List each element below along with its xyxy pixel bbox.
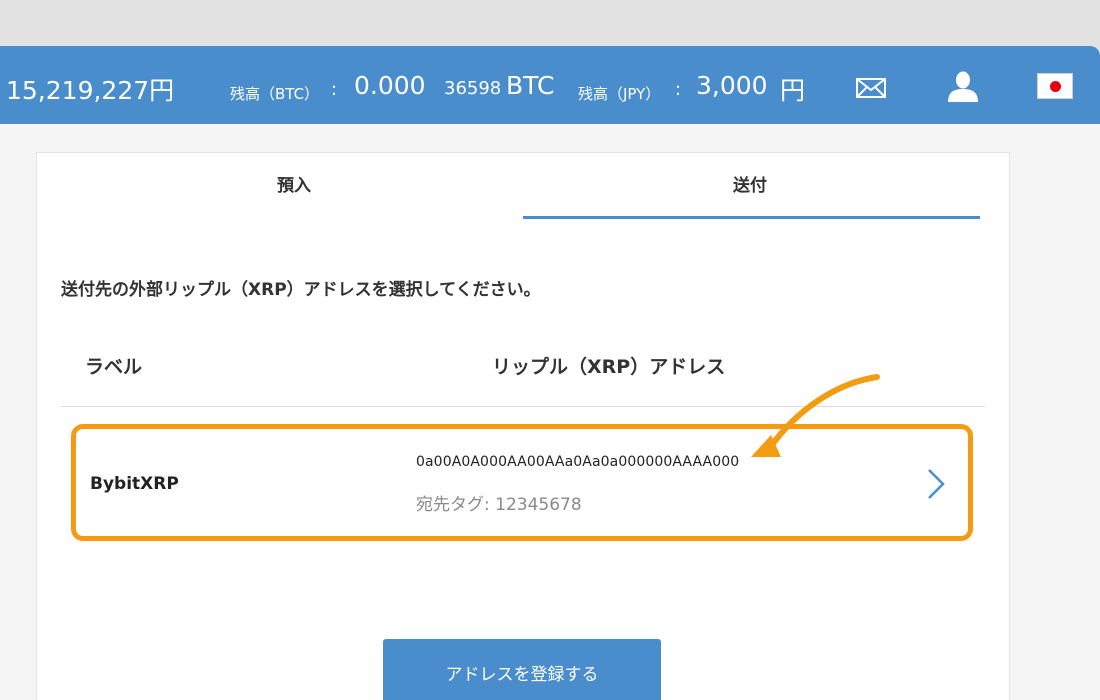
btc-balance-minor: 36598 bbox=[444, 78, 502, 99]
btc-balance-colon: : bbox=[331, 79, 338, 100]
btc-unit: BTC bbox=[506, 71, 555, 100]
transfer-panel: 預入 送付 送付先の外部リップル（XRP）アドレスを選択してください。 ラベル … bbox=[36, 152, 1010, 700]
btc-price: 15,219,227円 bbox=[6, 76, 175, 105]
column-header-label: ラベル bbox=[85, 356, 143, 378]
active-tab-indicator bbox=[523, 216, 980, 219]
mail-icon[interactable] bbox=[856, 78, 886, 98]
jpy-balance-label: 残高（JPY） bbox=[578, 85, 661, 103]
btc-balance-label: 残高（BTC） bbox=[230, 85, 320, 103]
user-icon[interactable] bbox=[946, 70, 980, 102]
jpy-balance-colon: : bbox=[675, 79, 682, 100]
jpy-unit: 円 bbox=[780, 76, 806, 105]
xrp-address: 0a00A0A000AA00AAa0Aa0a000000AAAA000 bbox=[416, 454, 740, 470]
address-label: BybitXRP bbox=[90, 474, 179, 494]
tab-deposit[interactable]: 預入 bbox=[194, 171, 394, 196]
chevron-right-icon[interactable] bbox=[924, 468, 948, 500]
btc-balance-major: 0.000 bbox=[354, 71, 426, 100]
destination-tag: 宛先タグ: 12345678 bbox=[416, 495, 582, 515]
jpy-balance-value: 3,000 bbox=[696, 71, 768, 100]
app-window: 15,219,227円 残高（BTC） : 0.000 36598 BTC 残高… bbox=[0, 46, 1100, 700]
column-header-address: リップル（XRP）アドレス bbox=[492, 356, 726, 378]
instruction-text: 送付先の外部リップル（XRP）アドレスを選択してください。 bbox=[61, 280, 541, 300]
highlight-arrow-icon bbox=[751, 374, 880, 457]
japan-flag-icon[interactable] bbox=[1037, 73, 1073, 99]
flag-sun bbox=[1050, 81, 1061, 92]
register-address-button[interactable]: アドレスを登録する bbox=[383, 639, 661, 700]
tab-send[interactable]: 送付 bbox=[650, 171, 850, 196]
top-bar: 15,219,227円 残高（BTC） : 0.000 36598 BTC 残高… bbox=[0, 46, 1100, 124]
